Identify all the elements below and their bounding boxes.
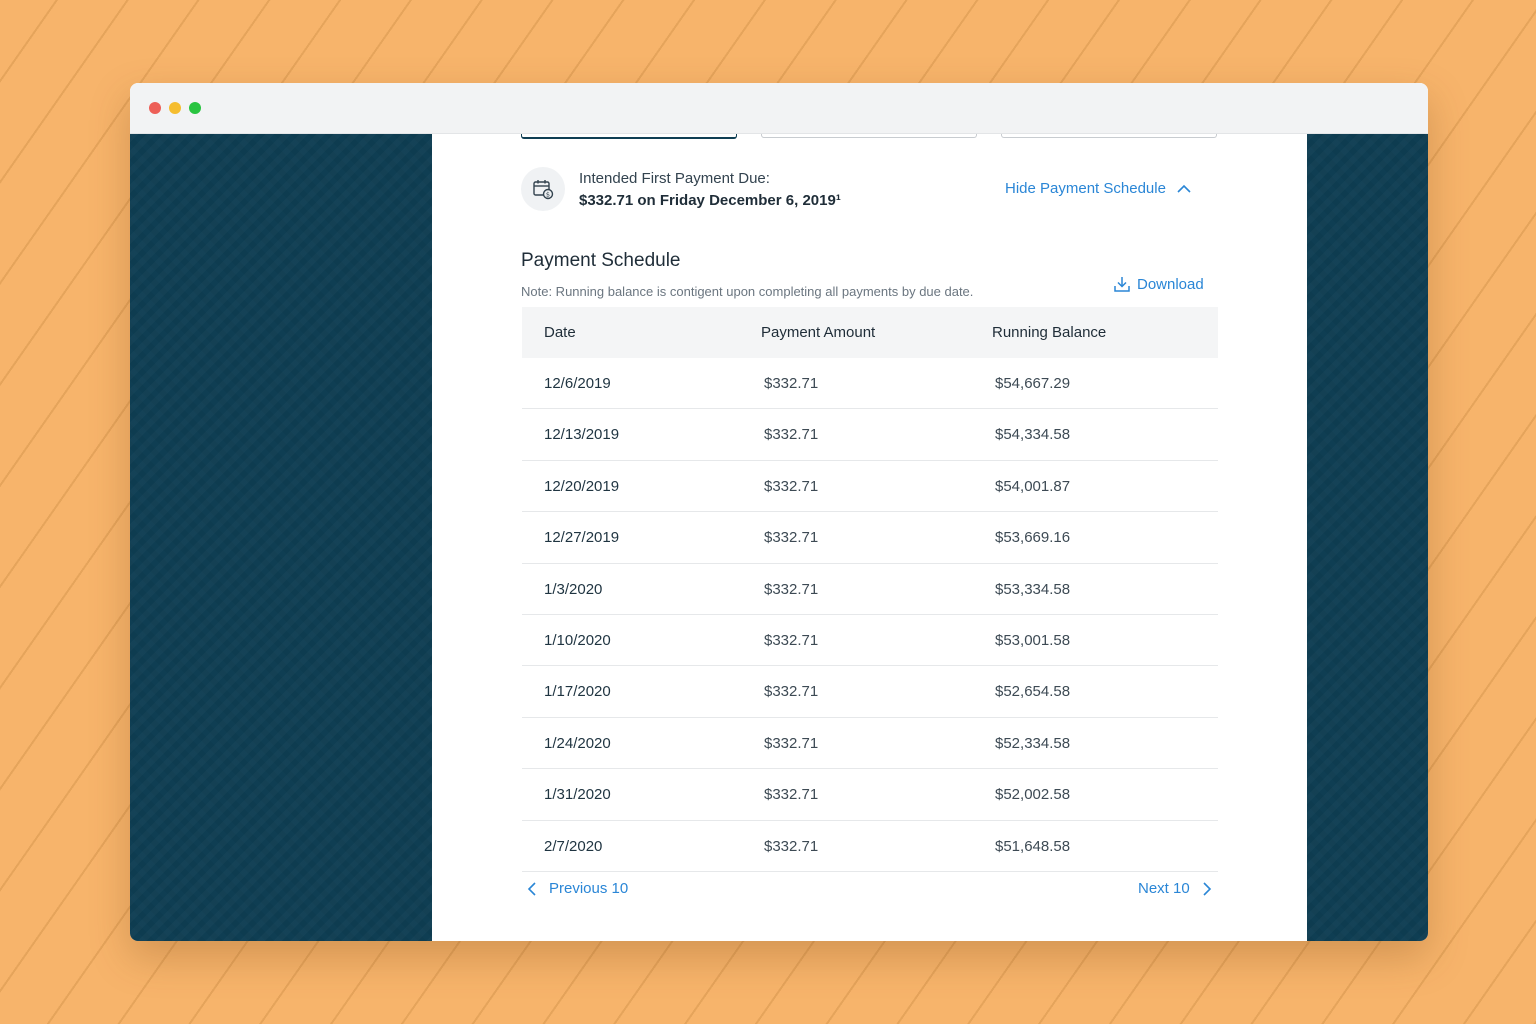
row-date: 2/7/2020 (544, 837, 603, 855)
chevron-left-icon (527, 881, 537, 897)
row-date: 1/31/2020 (544, 786, 611, 804)
row-amount: $332.71 (764, 734, 819, 752)
chevron-up-icon (1176, 184, 1192, 194)
table-row: 1/17/2020 $332.71 $52,654.58 (522, 666, 1218, 718)
row-balance: $52,654.58 (995, 683, 1071, 701)
row-date: 1/17/2020 (544, 683, 611, 701)
minimize-window-button[interactable] (169, 102, 181, 114)
payment-schedule-table: Date Payment Amount Running Balance 12/6… (522, 307, 1218, 872)
row-amount: $332.71 (764, 375, 819, 392)
row-date: 12/20/2019 (544, 477, 620, 495)
left-background-panel (130, 134, 432, 941)
row-balance: $51,648.58 (995, 837, 1071, 855)
hide-payment-schedule-link[interactable]: Hide Payment Schedule (1005, 180, 1192, 197)
table-row: 1/3/2020 $332.71 $53,334.58 (522, 564, 1218, 615)
row-amount: $332.71 (764, 631, 819, 649)
row-balance: $54,001.87 (995, 477, 1071, 495)
row-date: 1/10/2020 (544, 631, 611, 649)
download-button[interactable]: Download (1113, 275, 1204, 293)
table-row: 1/24/2020 $332.71 $52,334.58 (522, 718, 1218, 770)
table-row: 2/7/2020 $332.71 $51,648.58 (522, 821, 1218, 872)
next-10-label: Next 10 (1138, 880, 1190, 897)
row-balance: $54,334.58 (995, 426, 1071, 444)
row-amount: $332.71 (764, 529, 819, 547)
row-balance: $54,667.29 (995, 375, 1071, 392)
first-payment-label: Intended First Payment Due: (579, 170, 770, 187)
row-amount: $332.71 (764, 426, 819, 444)
plan-option-card-3[interactable] (1001, 134, 1217, 138)
plan-option-card-2[interactable] (761, 134, 977, 138)
row-date: 12/6/2019 (544, 375, 611, 392)
column-header-running-balance: Running Balance (992, 324, 1107, 341)
hide-payment-schedule-label: Hide Payment Schedule (1005, 180, 1166, 197)
table-row: 1/31/2020 $332.71 $52,002.58 (522, 769, 1218, 821)
browser-window: $ Intended First Payment Due: $332.71 on… (130, 83, 1428, 941)
row-balance: $52,334.58 (995, 734, 1071, 752)
row-date: 12/13/2019 (544, 426, 620, 444)
next-10-button[interactable]: Next 10 (1138, 880, 1212, 897)
row-balance: $53,669.16 (995, 529, 1071, 547)
chevron-right-icon (1202, 881, 1212, 897)
column-header-payment-amount: Payment Amount (761, 324, 876, 341)
row-amount: $332.71 (764, 477, 819, 495)
table-row: 12/27/2019 $332.71 $53,669.16 (522, 512, 1218, 564)
row-date: 12/27/2019 (544, 529, 620, 547)
row-amount: $332.71 (764, 683, 819, 701)
row-balance: $53,334.58 (995, 580, 1071, 598)
table-row: 12/20/2019 $332.71 $54,001.87 (522, 461, 1218, 513)
download-icon (1113, 275, 1131, 293)
table-row: 12/13/2019 $332.71 $54,334.58 (522, 409, 1218, 461)
download-label: Download (1137, 275, 1204, 293)
table-row: 1/10/2020 $332.71 $53,001.58 (522, 615, 1218, 667)
previous-10-label: Previous 10 (549, 880, 629, 897)
row-amount: $332.71 (764, 786, 819, 804)
running-balance-note: Note: Running balance is contigent upon … (521, 284, 974, 299)
row-date: 1/24/2020 (544, 734, 611, 752)
payment-schedule-panel: $ Intended First Payment Due: $332.71 on… (432, 134, 1307, 941)
maximize-window-button[interactable] (189, 102, 201, 114)
table-row: 12/6/2019 $332.71 $54,667.29 (522, 358, 1218, 410)
column-header-date: Date (544, 324, 576, 341)
row-balance: $52,002.58 (995, 786, 1071, 804)
svg-text:$: $ (546, 190, 550, 198)
row-balance: $53,001.58 (995, 631, 1071, 649)
calendar-dollar-icon: $ (521, 167, 565, 211)
plan-option-card-1[interactable] (521, 134, 737, 139)
row-amount: $332.71 (764, 837, 819, 855)
table-header: Date Payment Amount Running Balance (522, 307, 1218, 358)
first-payment-value: $332.71 on Friday December 6, 2019¹ (579, 192, 841, 209)
close-window-button[interactable] (149, 102, 161, 114)
previous-10-button[interactable]: Previous 10 (527, 880, 628, 897)
window-titlebar (130, 83, 1428, 134)
row-date: 1/3/2020 (544, 580, 603, 598)
right-background-panel (1307, 134, 1428, 941)
row-amount: $332.71 (764, 580, 819, 598)
section-title: Payment Schedule (521, 250, 681, 271)
